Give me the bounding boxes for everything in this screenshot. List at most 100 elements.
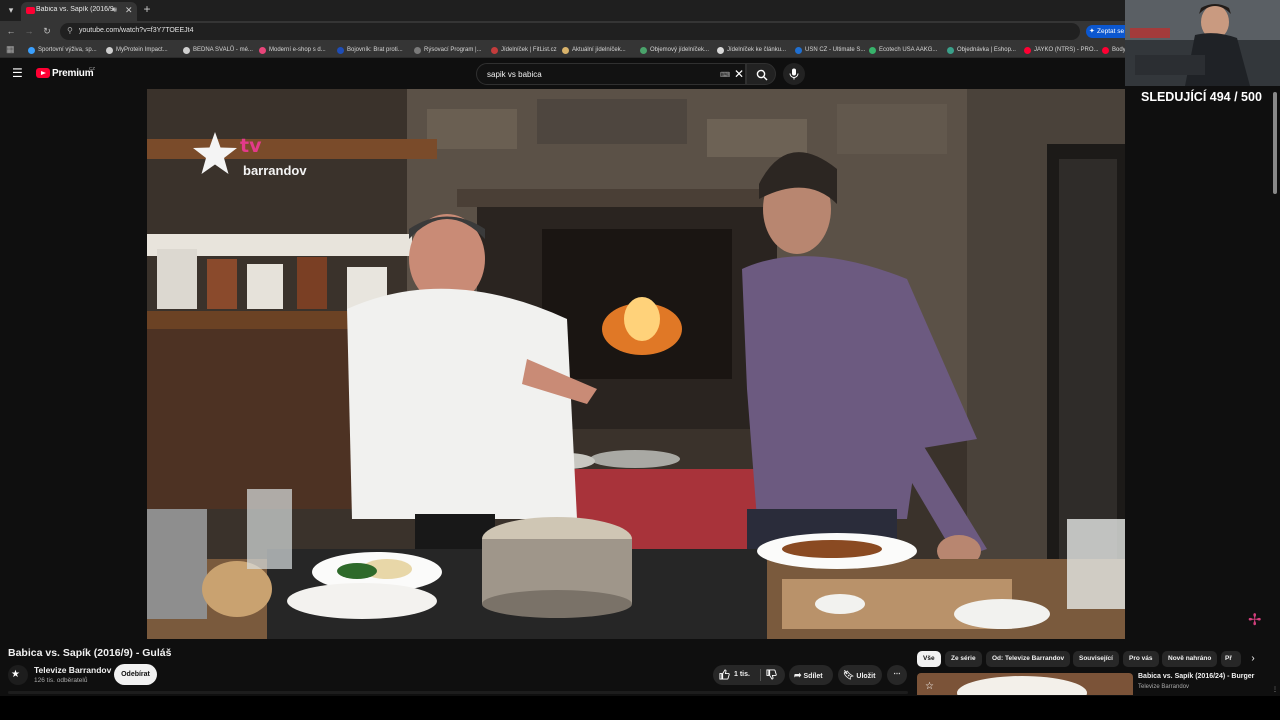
bookmark-item[interactable]: USN CZ - Ultimate S... <box>795 45 865 55</box>
subscriber-goal-counter: SLEDUJÍCÍ 494 / 500 <box>1141 90 1262 104</box>
browser-tab-active[interactable]: Babica vs. Sapík (2016/9) - 🔊︎ ✕ <box>21 2 137 21</box>
clear-search-icon[interactable]: ✕ <box>734 67 744 81</box>
video-title: Babica vs. Sapík (2016/9) - Guláš <box>8 647 172 659</box>
search-input[interactable]: sapik vs babica ⌨ ✕ <box>476 63 746 85</box>
filter-chip[interactable]: Nově nahráno <box>1162 651 1218 667</box>
bookmark-item[interactable]: Rýsovací Program |... <box>414 45 482 55</box>
filter-chip[interactable]: Př <box>1221 651 1241 667</box>
bookmark-favicon-icon <box>795 47 802 54</box>
bookmark-item[interactable]: MyProtein Impact... <box>106 45 168 55</box>
right-side-panel: SLEDUJÍCÍ 494 / 500 <box>1125 86 1280 639</box>
bookmark-item[interactable]: Body <box>1102 45 1126 55</box>
bookmark-favicon-icon <box>106 47 113 54</box>
recommendation-channel: Televize Barrandov <box>1138 684 1190 690</box>
bookmark-favicon-icon <box>183 47 190 54</box>
youtube-logo-icon[interactable] <box>36 68 50 78</box>
bookmark-favicon-icon <box>640 47 647 54</box>
hamburger-menu-icon[interactable]: ☰ <box>12 67 24 79</box>
bookmark-favicon-icon <box>337 47 344 54</box>
voice-search-button[interactable] <box>783 63 805 85</box>
bookmark-label: Jídelníček ke článku... <box>727 47 787 53</box>
filter-chip[interactable]: Ze série <box>945 651 982 667</box>
bookmark-item[interactable]: Jídelníček | FitList.cz <box>491 45 557 55</box>
bottom-bar <box>0 696 1280 720</box>
apps-grid-icon[interactable]: ▦ <box>6 45 15 54</box>
bookmark-favicon-icon <box>562 47 569 54</box>
bookmark-label: Ecotech USA AAKG... <box>879 47 938 53</box>
share-arrow-icon: ➦ <box>794 670 802 680</box>
more-actions-button[interactable]: ⋯ <box>887 665 907 685</box>
video-player[interactable]: tv barrandov <box>147 89 1125 639</box>
reload-icon[interactable]: ↻ <box>40 24 54 38</box>
bookmark-favicon-icon <box>717 47 724 54</box>
channel-name[interactable]: Televize Barrandov <box>34 665 111 675</box>
bookmark-item[interactable]: JAYKO (NTRS) - PRO... <box>1024 45 1099 55</box>
bookmark-icon: 🔖︎ <box>843 670 855 680</box>
site-info-icon[interactable]: ⚲ <box>67 26 73 35</box>
like-count: 1 tis. <box>734 671 750 678</box>
bookmark-item[interactable]: Aktuální jídelníček... <box>562 45 626 55</box>
recommendation-thumbnail[interactable]: ☆ <box>917 673 1133 695</box>
filter-chip[interactable]: Vše <box>917 651 941 667</box>
new-tab-button[interactable]: + <box>141 2 153 16</box>
filter-chip[interactable]: Od: Televize Barrandov <box>986 651 1071 667</box>
bookmark-label: Objemový jídelníček... <box>650 47 710 53</box>
thumbnail-plate-shape <box>957 676 1087 695</box>
search-button[interactable] <box>746 63 776 85</box>
like-button[interactable] <box>719 665 730 685</box>
share-label: Sdílet <box>803 673 823 680</box>
chevron-right-icon[interactable]: › <box>1246 652 1260 666</box>
subscribe-button[interactable]: Odebírat <box>114 664 157 685</box>
bookmark-favicon-icon <box>28 47 35 54</box>
channel-avatar[interactable]: ★ <box>8 665 28 685</box>
save-label: Uložit <box>856 673 876 680</box>
forward-arrow-icon[interactable]: → <box>22 24 36 38</box>
back-arrow-icon[interactable]: ← <box>4 24 18 38</box>
tab-audio-icon[interactable]: 🔊︎ <box>112 5 117 15</box>
channel-logo-icon: ★ <box>11 669 20 680</box>
share-button[interactable]: ➦ Sdílet <box>789 665 833 685</box>
keyboard-icon[interactable]: ⌨ <box>720 71 730 79</box>
page-scrollbar[interactable] <box>1273 92 1277 194</box>
bookmark-label: BEDNA SVALŮ - mé... <box>193 47 253 53</box>
bookmark-item[interactable]: Jídelníček ke článku... <box>717 45 786 55</box>
tab-close-icon[interactable]: ✕ <box>125 5 133 16</box>
like-dislike-group: 1 tis. <box>713 665 785 685</box>
recommendation-more-icon[interactable]: ⋮ <box>1272 686 1278 693</box>
like-divider <box>760 669 761 681</box>
description-box-edge[interactable] <box>8 691 908 694</box>
bookmark-item[interactable]: BEDNA SVALŮ - mé... <box>183 45 253 55</box>
filter-chip[interactable]: Pro vás <box>1123 651 1159 667</box>
recommendation-title[interactable]: Babica vs. Sapík (2016/24) - Burger <box>1138 673 1254 680</box>
bookmarks-bar: ▦ Sportovní výživa, sp... MyProtein Impac… <box>0 42 1280 58</box>
bookmark-favicon-icon <box>947 47 954 54</box>
bookmark-favicon-icon <box>414 47 421 54</box>
bookmark-label: JAYKO (NTRS) - PRO... <box>1034 47 1099 53</box>
webcam-overlay <box>1125 0 1280 86</box>
dislike-button[interactable] <box>766 665 777 685</box>
youtube-premium-wordmark[interactable]: Premium <box>52 68 94 79</box>
bookmark-item[interactable]: Objednávka | Eshop... <box>947 45 1016 55</box>
ask-button-label: Zeptat se <box>1097 28 1125 35</box>
country-code: CZ <box>89 66 95 71</box>
bookmark-item[interactable]: Objemový jídelníček... <box>640 45 709 55</box>
navigation-bar: ← → ↻ ⚲ youtube.com/watch?v=f3Y7TOEEJt4 … <box>0 21 1280 42</box>
address-bar[interactable]: ⚲ youtube.com/watch?v=f3Y7TOEEJt4 <box>60 23 1080 40</box>
bookmark-label: Bojovník: Brat proti... <box>347 47 403 53</box>
youtube-masthead: ☰ Premium CZ sapik vs babica ⌨ ✕ <box>0 59 1130 89</box>
bookmark-label: Moderní e-shop s d... <box>269 47 326 53</box>
bookmark-label: Rýsovací Program |... <box>424 47 482 53</box>
filter-chip[interactable]: Související <box>1073 651 1119 667</box>
bookmark-item[interactable]: Sportovní výživa, sp... <box>28 45 97 55</box>
bookmark-item[interactable]: Moderní e-shop s d... <box>259 45 326 55</box>
save-button[interactable]: 🔖︎ Uložit <box>838 665 882 685</box>
microphone-icon <box>789 68 799 80</box>
bookmark-item[interactable]: Ecotech USA AAKG... <box>869 45 937 55</box>
bookmark-favicon-icon <box>491 47 498 54</box>
tab-search-chevron-icon[interactable]: ▾ <box>4 3 18 17</box>
bookmark-label: Objednávka | Eshop... <box>957 47 1016 53</box>
bookmark-item[interactable]: Bojovník: Brat proti... <box>337 45 403 55</box>
bookmark-label: USN CZ - Ultimate S... <box>805 47 866 53</box>
bookmark-label: Sportovní výživa, sp... <box>38 47 97 53</box>
bookmark-label: MyProtein Impact... <box>116 47 168 53</box>
